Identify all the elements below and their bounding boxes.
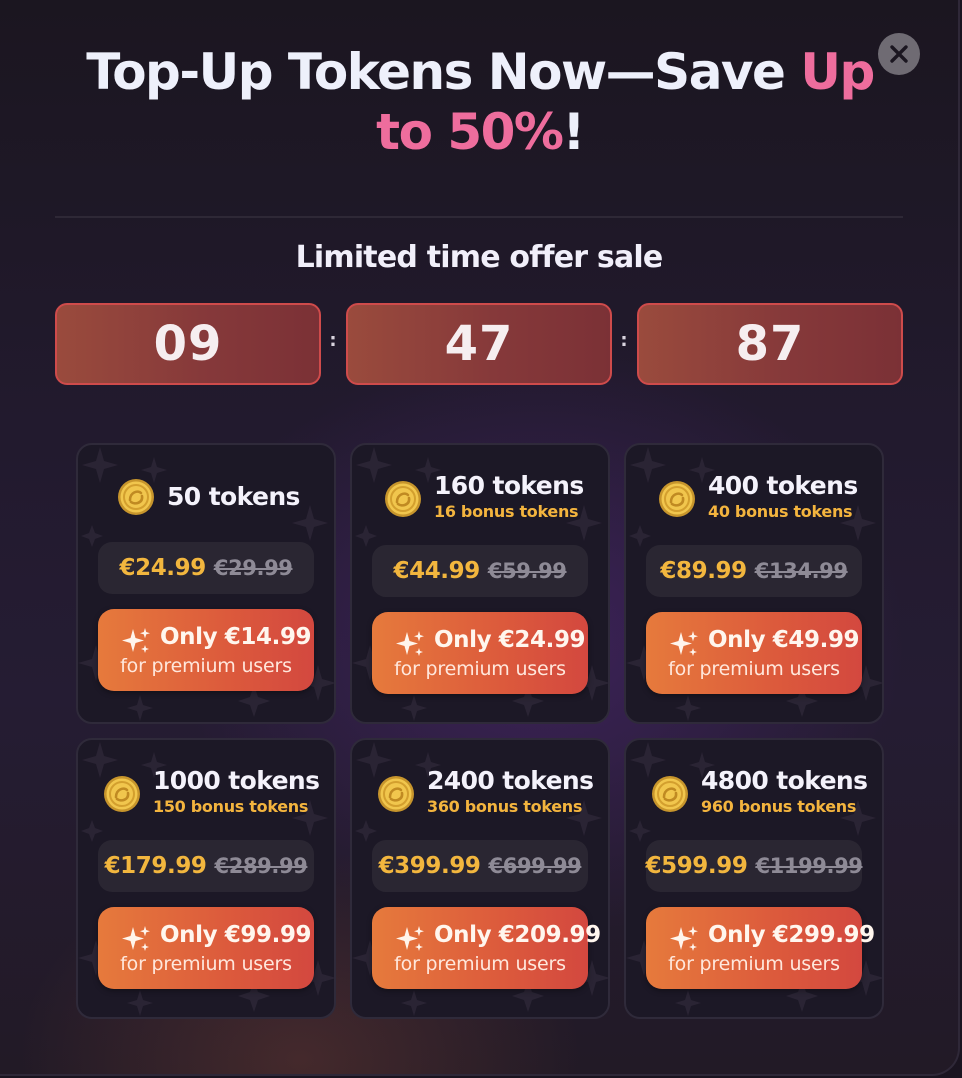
premium-note: for premium users [668,953,840,975]
token-amount: 50 tokens [167,482,300,511]
premium-price-button[interactable]: Only €14.99 for premium users [98,609,314,691]
price-pill: €399.99 €699.99 [372,840,588,892]
current-price: €89.99 [660,558,747,584]
premium-price-button[interactable]: Only €49.99 for premium users [646,612,862,694]
bonus-tokens: 40 bonus tokens [708,502,853,521]
timer-hours: 09 [55,303,321,385]
price-pill: €24.99 €29.99 [98,542,314,594]
premium-note: for premium users [668,658,840,680]
price-pill: €179.99 €289.99 [98,840,314,892]
premium-price: Only €99.99 [160,922,312,948]
original-price: €699.99 [488,854,582,878]
timer-minutes: 47 [346,303,612,385]
original-price: €29.99 [213,556,293,580]
price-pill: €599.99 €1199.99 [645,840,863,892]
token-package-card[interactable]: 50 tokens €24.99 €29.99 Only €14.99 for prem… [76,443,336,724]
timer-separator: : [620,330,628,351]
premium-price: Only €209.99 [434,922,601,948]
timer-separator: : [329,330,337,351]
original-price: €289.99 [214,854,308,878]
original-price: €134.99 [754,559,848,583]
premium-price: Only €14.99 [160,624,312,650]
coin-icon [651,775,689,813]
coin-icon [384,480,422,518]
current-price: €179.99 [104,853,207,879]
token-amount: 2400 tokens [427,766,594,795]
premium-price: Only €49.99 [708,627,860,653]
original-price: €59.99 [487,559,567,583]
original-price: €1199.99 [755,854,863,878]
token-package-card[interactable]: 1000 tokens 150 bonus tokens €179.99 €289.9… [76,738,336,1019]
token-package-card[interactable]: 160 tokens 16 bonus tokens €44.99 €59.99 Onl… [350,443,610,724]
coin-icon [117,478,155,516]
title-main-text: Top-Up Tokens Now—Save [86,43,801,101]
token-package-card[interactable]: 400 tokens 40 bonus tokens €89.99 €134.99 On… [624,443,884,724]
coin-icon [377,775,415,813]
modal-title: Top-Up Tokens Now—Save Up to 50%! [60,42,900,162]
premium-note: for premium users [394,658,566,680]
current-price: €24.99 [119,555,207,581]
bonus-tokens: 360 bonus tokens [427,797,583,816]
premium-note: for premium users [394,953,566,975]
premium-price: Only €24.99 [434,627,586,653]
premium-price-button[interactable]: Only €299.99 for premium users [646,907,875,989]
current-price: €399.99 [378,853,481,879]
price-pill: €44.99 €59.99 [372,545,588,597]
token-amount: 160 tokens [434,471,584,500]
premium-price-button[interactable]: Only €209.99 for premium users [372,907,601,989]
premium-note: for premium users [120,655,292,677]
bonus-tokens: 16 bonus tokens [434,502,579,521]
token-package-card[interactable]: 4800 tokens 960 bonus tokens €599.99 €1199.… [624,738,884,1019]
token-amount: 4800 tokens [701,766,868,795]
current-price: €599.99 [645,853,748,879]
bonus-tokens: 150 bonus tokens [153,797,309,816]
token-amount: 400 tokens [708,471,858,500]
premium-price-button[interactable]: Only €99.99 for premium users [98,907,314,989]
coin-icon [658,480,696,518]
offer-subtitle: Limited time offer sale [295,240,664,275]
current-price: €44.99 [393,558,481,584]
premium-price-button[interactable]: Only €24.99 for premium users [372,612,588,694]
token-amount: 1000 tokens [153,766,320,795]
divider [55,216,903,218]
coin-icon [103,775,141,813]
price-pill: €89.99 €134.99 [646,545,862,597]
premium-note: for premium users [120,953,292,975]
bonus-tokens: 960 bonus tokens [701,797,857,816]
timer-seconds: 87 [637,303,903,385]
title-end-text: ! [562,103,586,161]
premium-price: Only €299.99 [708,922,875,948]
token-package-card[interactable]: 2400 tokens 360 bonus tokens €399.99 €699.9… [350,738,610,1019]
top-up-modal: Top-Up Tokens Now—Save Up to 50%! Limite… [0,0,960,1076]
